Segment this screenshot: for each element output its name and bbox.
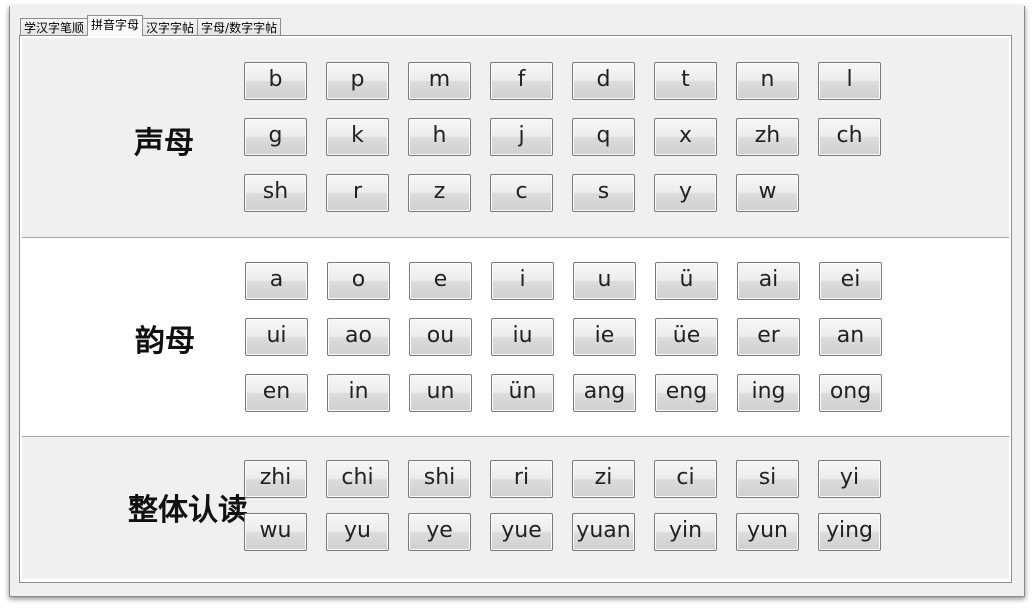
- syllable-button[interactable]: ao: [327, 318, 390, 356]
- syllable-button[interactable]: yu: [326, 513, 389, 551]
- syllable-button[interactable]: sh: [244, 174, 307, 212]
- syllable-button[interactable]: eng: [655, 374, 718, 412]
- syllable-button[interactable]: m: [408, 62, 471, 100]
- syllable-button[interactable]: zi: [572, 460, 635, 498]
- syllable-button[interactable]: ie: [573, 318, 636, 356]
- syllable-button[interactable]: s: [572, 174, 635, 212]
- finals-section: 韵母 a o e i u ü ai ei ui ao ou iu ie üe er an en in un ün ang…: [22, 238, 1009, 437]
- syllable-button[interactable]: ri: [490, 460, 553, 498]
- syllable-button[interactable]: en: [245, 374, 308, 412]
- syllable-button[interactable]: g: [244, 118, 307, 156]
- tab-bar: 学汉字笔顺 拼音字母 汉字字帖 字母/数字字帖: [20, 15, 282, 36]
- whole-syllables-title: 整体认读: [128, 493, 248, 528]
- syllable-button[interactable]: wu: [244, 513, 307, 551]
- syllable-button[interactable]: r: [326, 174, 389, 212]
- syllable-button[interactable]: h: [408, 118, 471, 156]
- syllable-button[interactable]: er: [737, 318, 800, 356]
- syllable-button[interactable]: zhi: [244, 460, 307, 498]
- syllable-button[interactable]: yun: [736, 513, 799, 551]
- tab-letter-number-copybook[interactable]: 字母/数字字帖: [197, 18, 282, 36]
- syllable-button[interactable]: si: [736, 460, 799, 498]
- syllable-button[interactable]: yi: [818, 460, 881, 498]
- syllable-button[interactable]: zh: [736, 118, 799, 156]
- syllable-button[interactable]: w: [736, 174, 799, 212]
- syllable-button[interactable]: ui: [245, 318, 308, 356]
- syllable-button[interactable]: p: [326, 62, 389, 100]
- syllable-button[interactable]: ch: [818, 118, 881, 156]
- syllable-button[interactable]: ün: [491, 374, 554, 412]
- syllable-button[interactable]: shi: [408, 460, 471, 498]
- syllable-button[interactable]: chi: [326, 460, 389, 498]
- syllable-button[interactable]: un: [409, 374, 472, 412]
- syllable-button[interactable]: n: [736, 62, 799, 100]
- tab-stroke-order[interactable]: 学汉字笔顺: [20, 18, 89, 36]
- initials-title: 声母: [134, 126, 194, 161]
- syllable-button[interactable]: e: [409, 262, 472, 300]
- app-window: 学汉字笔顺 拼音字母 汉字字帖 字母/数字字帖 声母 bpmfdtnl gkhjq…: [9, 6, 1025, 597]
- syllable-button[interactable]: ing: [737, 374, 800, 412]
- syllable-button[interactable]: ai: [737, 262, 800, 300]
- syllable-button[interactable]: q: [572, 118, 635, 156]
- syllable-button[interactable]: b: [244, 62, 307, 100]
- syllable-button[interactable]: yin: [654, 513, 717, 551]
- syllable-button[interactable]: l: [818, 62, 881, 100]
- syllable-button[interactable]: ong: [819, 374, 882, 412]
- syllable-button[interactable]: k: [326, 118, 389, 156]
- syllable-button[interactable]: ang: [573, 374, 636, 412]
- syllable-button[interactable]: ying: [818, 513, 881, 551]
- syllable-button[interactable]: j: [490, 118, 553, 156]
- syllable-button[interactable]: f: [490, 62, 553, 100]
- syllable-button[interactable]: o: [327, 262, 390, 300]
- syllable-button[interactable]: ou: [409, 318, 472, 356]
- tab-hanzi-copybook[interactable]: 汉字字帖: [142, 18, 199, 36]
- syllable-button[interactable]: d: [572, 62, 635, 100]
- syllable-button[interactable]: ü: [655, 262, 718, 300]
- syllable-button[interactable]: yuan: [572, 513, 635, 551]
- tab-pinyin[interactable]: 拼音字母: [87, 15, 144, 36]
- syllable-button[interactable]: üe: [655, 318, 718, 356]
- syllable-button[interactable]: c: [490, 174, 553, 212]
- syllable-button[interactable]: ci: [654, 460, 717, 498]
- syllable-button[interactable]: y: [654, 174, 717, 212]
- syllable-button[interactable]: ye: [408, 513, 471, 551]
- syllable-button[interactable]: x: [654, 118, 717, 156]
- syllable-button[interactable]: ei: [819, 262, 882, 300]
- syllable-button[interactable]: in: [327, 374, 390, 412]
- syllable-button[interactable]: u: [573, 262, 636, 300]
- whole-syllables-section: 整体认读 zhi chi shi ri zi ci si yi wu yu ye yue yuan yin…: [22, 437, 1009, 579]
- syllable-button[interactable]: t: [654, 62, 717, 100]
- initials-section: 声母 b p m f d t n l g k h j q x zh ch sh r z c s y w: [22, 38, 1009, 238]
- syllable-button[interactable]: iu: [491, 318, 554, 356]
- syllable-button[interactable]: a: [245, 262, 308, 300]
- syllable-button[interactable]: an: [819, 318, 882, 356]
- finals-title: 韵母: [135, 324, 195, 359]
- pinyin-panel: 声母 b p m f d t n l g k h j q x zh ch sh r z c s y w 韵母 aoeiuüa…: [19, 35, 1012, 583]
- syllable-button[interactable]: z: [408, 174, 471, 212]
- syllable-button[interactable]: yue: [490, 513, 553, 551]
- syllable-button[interactable]: i: [491, 262, 554, 300]
